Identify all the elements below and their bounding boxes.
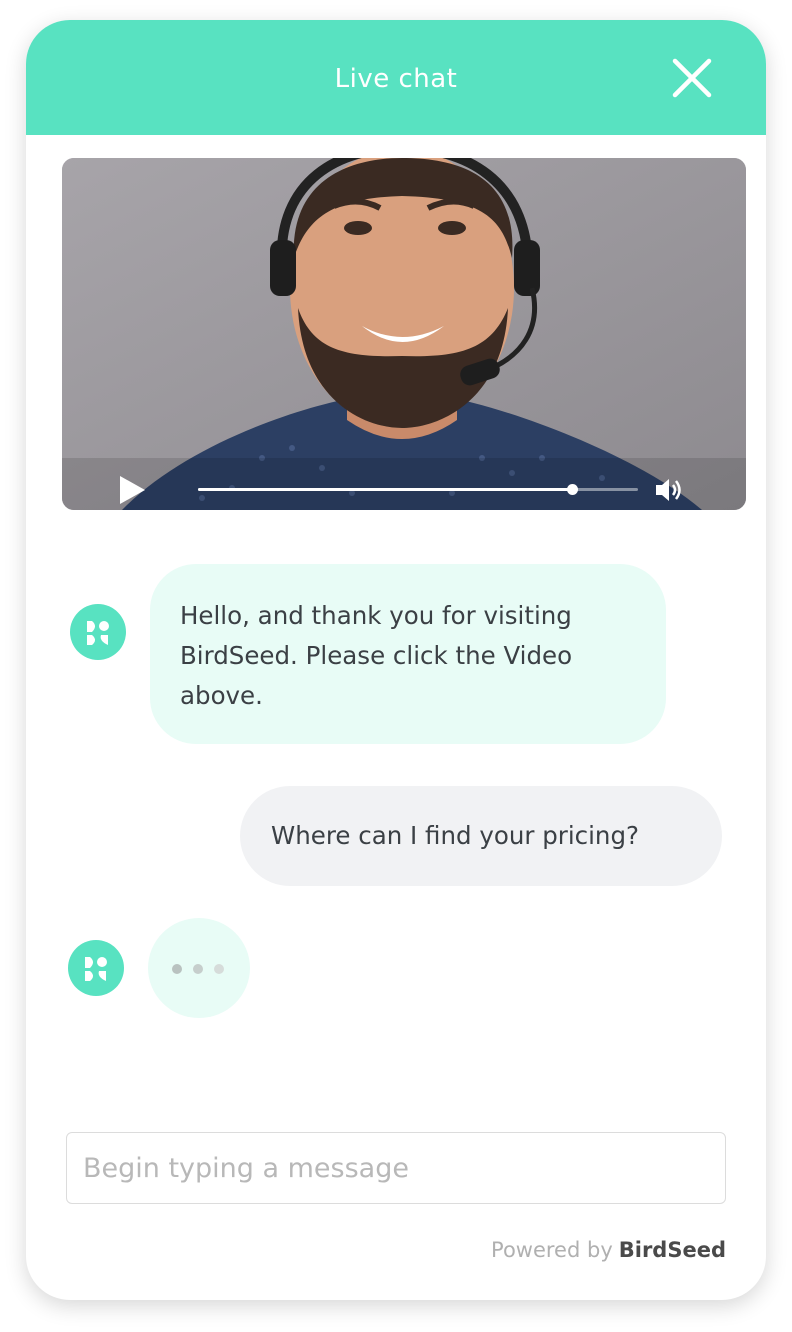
close-icon — [672, 58, 712, 98]
birdseed-logo-icon — [85, 957, 107, 981]
agent-video-frame — [62, 158, 746, 510]
typing-indicator — [148, 918, 250, 1018]
video-progress-bar[interactable] — [198, 484, 638, 495]
message-input[interactable] — [66, 1132, 726, 1204]
volume-icon — [656, 479, 681, 501]
brand-link[interactable]: BirdSeed — [619, 1238, 726, 1262]
agent-message-bubble: Hello, and thank you for visiting BirdSe… — [150, 564, 666, 744]
typing-dot — [172, 964, 182, 974]
play-button[interactable] — [118, 474, 148, 506]
typing-dot — [193, 964, 203, 974]
chat-title: Live chat — [334, 64, 458, 94]
visitor-message-bubble: Where can I find your pricing? — [240, 786, 722, 886]
powered-by-label: Powered by — [491, 1238, 613, 1262]
powered-by: Powered by BirdSeed — [491, 1238, 726, 1262]
agent-avatar — [70, 604, 126, 660]
play-icon — [120, 476, 145, 504]
birdseed-logo-icon — [87, 621, 109, 645]
video-player[interactable] — [62, 158, 746, 510]
volume-button[interactable] — [654, 476, 684, 504]
close-button[interactable] — [670, 56, 714, 100]
visitor-message-text: Where can I find your pricing? — [271, 821, 640, 850]
agent-avatar — [68, 940, 124, 996]
chat-widget: Live chat Hello, and thank you for visit… — [26, 20, 766, 1300]
progress-fill — [198, 488, 572, 491]
typing-dot — [214, 964, 224, 974]
progress-knob[interactable] — [567, 484, 578, 495]
agent-message-text: Hello, and thank you for visiting BirdSe… — [180, 601, 573, 710]
chat-header: Live chat — [26, 20, 766, 135]
